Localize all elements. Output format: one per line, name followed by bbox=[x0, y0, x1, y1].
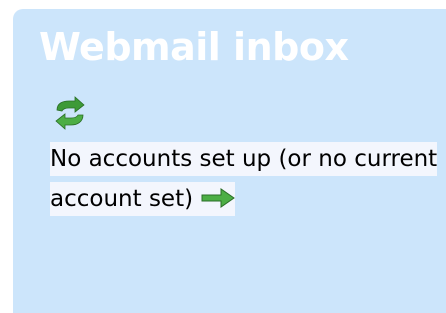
no-accounts-message-text: No accounts set up (or no current accoun… bbox=[50, 146, 438, 212]
panel-title: Webmail inbox bbox=[39, 25, 349, 69]
no-accounts-message: No accounts set up (or no current accoun… bbox=[50, 139, 439, 219]
webmail-inbox-panel: Webmail inbox No accounts set up (or no … bbox=[13, 9, 446, 313]
refresh-icon[interactable] bbox=[53, 96, 87, 130]
right-arrow-icon[interactable] bbox=[201, 188, 235, 208]
